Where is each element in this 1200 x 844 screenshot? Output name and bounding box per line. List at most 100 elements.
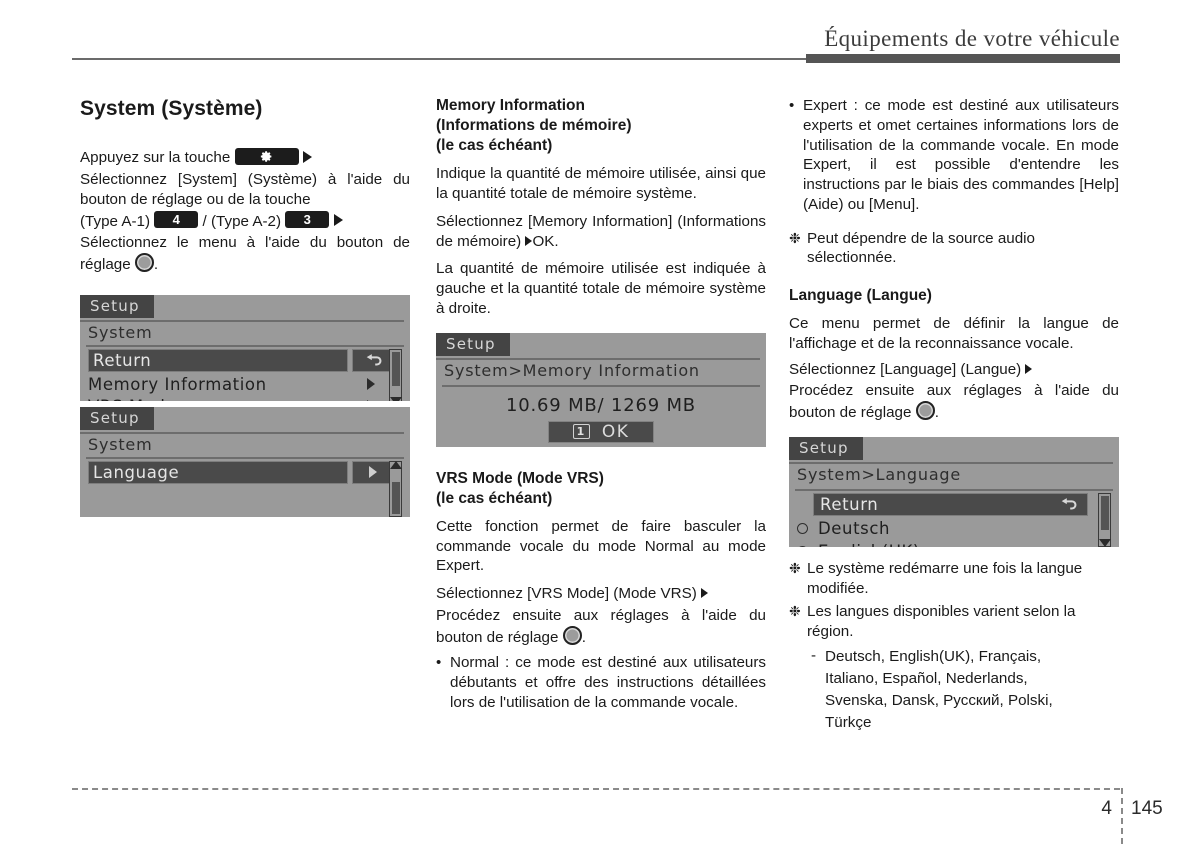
vrs-title-line2: (le cas échéant) [436, 489, 553, 507]
lcd-header-rule [86, 344, 404, 347]
period: . [581, 628, 586, 646]
lcd-ok-label: OK [601, 421, 630, 442]
lcd-row-language[interactable]: Language [88, 460, 348, 484]
slash-separator: / [202, 212, 207, 230]
chapter-number: 4 [1101, 798, 1112, 819]
lcd-scroll-thumb[interactable] [1100, 495, 1109, 530]
type-a1-key-pill[interactable]: 4 [154, 210, 199, 228]
lcd-row-deutsch[interactable]: Deutsch [797, 517, 1077, 540]
lcd-header-rule [795, 488, 1113, 491]
tune-knob-icon[interactable] [915, 401, 935, 421]
chevron-right-icon [367, 399, 375, 401]
bullet-normal-text: Normal : ce mode est destiné aux utilisa… [450, 654, 766, 711]
lcd-tab-underline [80, 431, 404, 434]
subsection-title-language: Language (Langue) [789, 287, 932, 304]
lcd-tab-underline [436, 357, 760, 360]
lcd-breadcrumb: System>Memory Information [444, 360, 700, 380]
note-restart-text: Le système redémarre une fois la langue … [807, 559, 1083, 597]
gear-icon [260, 150, 272, 162]
period: . [153, 256, 159, 273]
subsection-title-memory-information: Memory Information (Informations de mémo… [436, 96, 766, 156]
memory-title-line3: (le cas échéant) [436, 137, 553, 155]
lcd-row-english-uk[interactable]: English(UK) [797, 540, 1077, 547]
paragraph-memory-description: Indique la quantité de mémoire utilisée,… [436, 165, 766, 203]
subsection-title-vrs-mode: VRS Mode (Mode VRS) (le cas échéant) [436, 469, 766, 509]
radio-selected-icon[interactable] [797, 545, 808, 547]
lcd-scroll-thumb[interactable] [391, 481, 400, 514]
paragraph-vrs-adjust: Procédez ensuite aux réglages à l'aide d… [436, 606, 766, 648]
vrs-select-text: Sélectionnez [VRS Mode] (Mode VRS) [436, 585, 697, 603]
lcd-badge-vrs-mode [367, 399, 375, 401]
lcd-breadcrumb: System>Language [797, 464, 962, 484]
lcd-breadcrumb: System [88, 434, 153, 454]
chevron-up-icon[interactable] [389, 460, 402, 469]
language-select-text: Sélectionnez [Language] (Langue) [789, 360, 1022, 378]
asterisk-note-icon: ❉ [789, 229, 801, 246]
lcd-ok-button[interactable]: 1 OK [548, 420, 654, 443]
bullet-icon: • [436, 654, 442, 672]
language-list-line3: Svenska, Dansk, Русский, Polski, [825, 691, 1053, 709]
page-header: Équipements de votre véhicule [0, 0, 1200, 70]
lcd-row-vrs-mode[interactable]: VRS Mode [88, 395, 348, 401]
lcd-row-return[interactable]: Return [813, 492, 1088, 516]
tune-knob-icon[interactable] [134, 253, 154, 272]
lcd-badge-memory-information [367, 377, 375, 390]
asterisk-note-icon: ❉ [789, 559, 801, 576]
page-title: Équipements de votre véhicule [824, 26, 1120, 51]
memory-title-line1: Memory Information [436, 97, 585, 114]
type-a2-label: (Type A-2) [211, 212, 282, 230]
lcd-row-label: VRS Mode [88, 397, 176, 401]
chevron-right-icon [369, 466, 377, 479]
bullet-icon: • [789, 97, 795, 114]
lcd-row-memory-information[interactable]: Memory Information [88, 373, 348, 396]
chevron-down-icon[interactable] [389, 396, 402, 401]
lcd-tab-setup: Setup [80, 406, 154, 430]
paragraph-memory-layout: La quantité de mémoire utilisée est indi… [436, 260, 766, 317]
memory-title-line2: (Informations de mémoire) [436, 117, 632, 135]
lcd-breadcrumb: System [88, 322, 153, 342]
lcd-scrollbar[interactable] [1098, 492, 1111, 547]
chevron-right-icon [302, 151, 312, 164]
period: . [934, 404, 939, 422]
type-a2-key-pill[interactable]: 3 [285, 210, 330, 228]
lcd-badge-return[interactable] [352, 348, 394, 372]
lcd-screen-system-language-entry: Setup System Language [80, 406, 410, 517]
note-system-restart: ❉ Le système redémarre une fois la langu… [789, 559, 1119, 599]
chevron-down-icon[interactable] [1098, 538, 1111, 547]
section-title-system: System (Système) [80, 97, 263, 120]
radio-unselected-icon[interactable] [797, 522, 808, 534]
footer-dashed-rule [72, 788, 1120, 790]
lcd-tab-underline [80, 319, 404, 322]
tune-knob-icon[interactable] [562, 625, 582, 645]
lcd-screen-system-menu: Setup System Return Memory Information V… [80, 294, 410, 401]
vrs-adjust-text: Procédez ensuite aux réglages à l'aide d… [436, 606, 766, 646]
header-rule-thin [72, 58, 807, 60]
type-a1-label: (Type A-1) [80, 212, 151, 230]
lcd-row-return[interactable]: Return [88, 348, 348, 372]
lcd-screen-language-list: Setup System>Language Return Deutsch Eng… [789, 436, 1119, 547]
lcd-badge-language[interactable] [352, 460, 394, 484]
lcd-tab-setup: Setup [80, 294, 154, 318]
paragraph-language-select: Sélectionnez [Language] (Langue) [789, 360, 1119, 380]
lcd-scrollbar[interactable] [389, 348, 402, 401]
paragraph-language-description: Ce menu permet de définir la langue de l… [789, 315, 1119, 352]
vrs-title-line1: VRS Mode (Mode VRS) [436, 469, 604, 487]
press-key-text: Appuyez sur la touche [80, 149, 231, 167]
paragraph-type-keys: (Type A-1) 4 / (Type A-2) 3 [80, 210, 410, 232]
memory-ok-text: OK. [532, 232, 559, 250]
asterisk-note-icon: ❉ [789, 603, 801, 620]
note-audio-text: Peut dépendre de la source audio sélecti… [807, 229, 1035, 267]
language-list-line1: Deutsch, English(UK), Français, [825, 647, 1042, 665]
lcd-row-label: English(UK) [818, 542, 920, 547]
gear-key-pill[interactable] [234, 147, 299, 165]
lcd-scroll-thumb[interactable] [391, 351, 400, 386]
language-list-text: Deutsch, English(UK), Français, Italiano… [825, 646, 1119, 734]
lcd-tab-setup: Setup [436, 332, 510, 356]
lcd-scrollbar[interactable] [389, 460, 402, 517]
bullet-normal-mode: • Normal : ce mode est destiné aux utili… [436, 653, 766, 712]
lcd-tab-setup: Setup [789, 436, 863, 460]
lcd-row-label: Language [93, 462, 180, 482]
paragraph-vrs-select: Sélectionnez [VRS Mode] (Mode VRS) [436, 584, 766, 604]
